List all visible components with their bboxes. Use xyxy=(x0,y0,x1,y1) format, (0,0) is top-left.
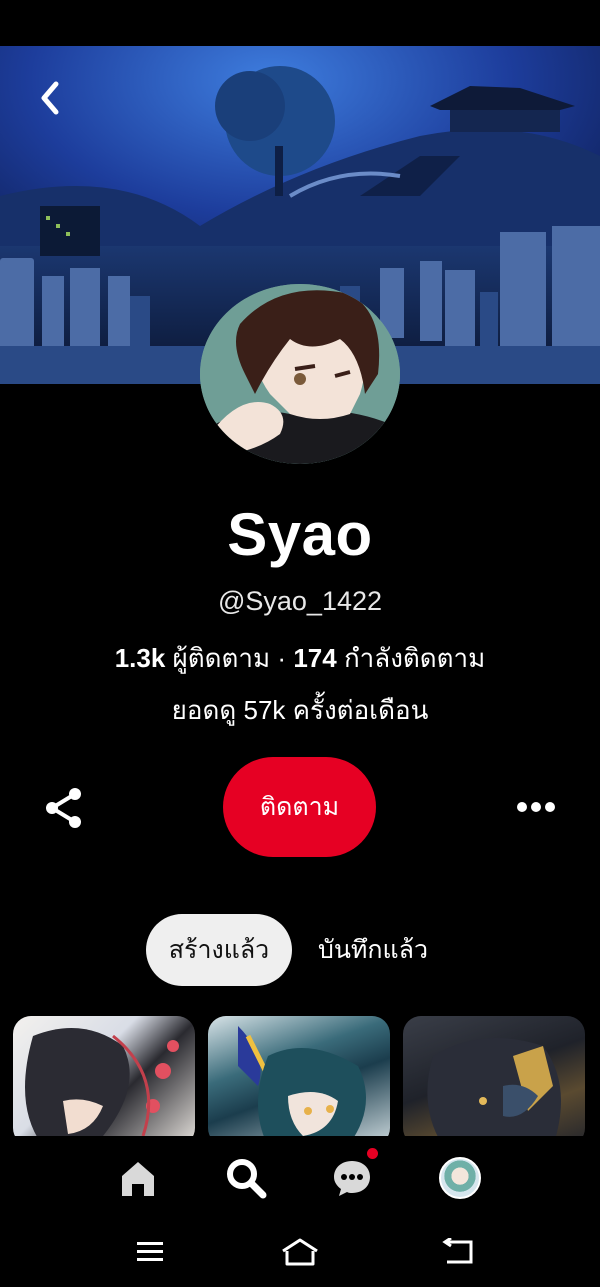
avatar-icon xyxy=(439,1157,481,1199)
home-outline-icon xyxy=(282,1238,318,1266)
profile-avatar[interactable] xyxy=(200,284,400,464)
system-back-button[interactable] xyxy=(436,1232,480,1272)
tab-saved[interactable]: บันทึกแล้ว xyxy=(300,914,446,986)
menu-icon xyxy=(137,1242,163,1261)
chevron-left-icon xyxy=(41,81,59,115)
followers-label[interactable]: ผู้ติดตาม xyxy=(173,643,271,673)
system-home-button[interactable] xyxy=(278,1232,322,1272)
profile-name: Syao xyxy=(227,501,373,568)
search-icon xyxy=(227,1159,267,1199)
system-navigation-bar xyxy=(0,1218,600,1287)
avatar-illustration xyxy=(200,284,400,464)
pin-thumbnail[interactable] xyxy=(13,1016,195,1146)
back-button[interactable] xyxy=(28,76,72,120)
more-horizontal-icon xyxy=(517,802,555,812)
chat-bubble-icon xyxy=(334,1161,370,1196)
bottom-navigation xyxy=(0,1136,600,1218)
following-label[interactable]: กำลังติดตาม xyxy=(344,643,485,673)
nav-search-button[interactable] xyxy=(222,1154,270,1202)
stats-separator: · xyxy=(277,643,287,673)
more-options-button[interactable] xyxy=(514,790,558,824)
profile-stats: 1.3k ผู้ติดตาม · 174 กำลังติดตาม xyxy=(0,638,600,679)
nav-profile-button[interactable] xyxy=(436,1154,484,1202)
pin-thumbnail[interactable] xyxy=(208,1016,390,1146)
nav-home-button[interactable] xyxy=(114,1154,162,1202)
share-button[interactable] xyxy=(44,786,84,830)
notification-dot xyxy=(367,1148,378,1159)
pin-thumbnail[interactable] xyxy=(403,1016,585,1146)
following-count[interactable]: 174 xyxy=(293,643,336,673)
tab-created[interactable]: สร้างแล้ว xyxy=(146,914,292,986)
pin-illustration xyxy=(427,1038,561,1146)
pin-illustration xyxy=(238,1026,366,1146)
nav-messages-button[interactable] xyxy=(328,1154,376,1202)
share-icon xyxy=(46,788,81,828)
home-icon xyxy=(122,1162,154,1196)
follow-button[interactable]: ติดตาม xyxy=(223,757,376,857)
status-bar xyxy=(0,0,600,46)
profile-handle: @Syao_1422 xyxy=(217,586,383,616)
monthly-views: ยอดดู 57k ครั้งต่อเดือน xyxy=(171,695,429,725)
pin-illustration xyxy=(25,1028,179,1146)
back-icon xyxy=(442,1238,473,1264)
system-recent-apps-button[interactable] xyxy=(128,1232,172,1272)
followers-count[interactable]: 1.3k xyxy=(115,643,166,673)
